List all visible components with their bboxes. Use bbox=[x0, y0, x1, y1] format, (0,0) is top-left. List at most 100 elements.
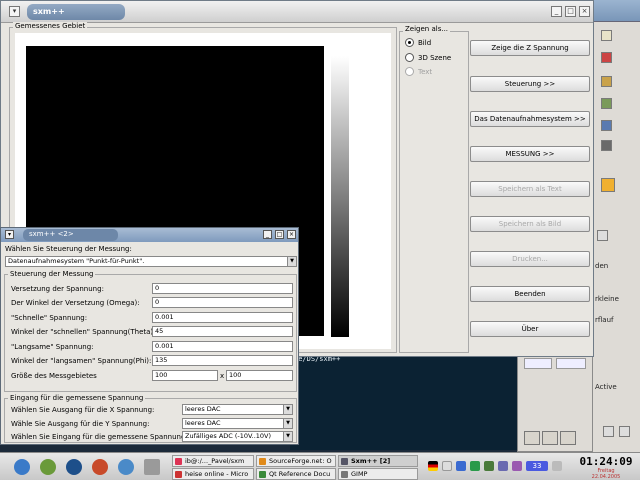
radio-bild[interactable]: Bild bbox=[405, 38, 431, 47]
panel-button[interactable] bbox=[560, 431, 576, 445]
messenger-icon[interactable] bbox=[512, 461, 522, 471]
chevron-down-icon[interactable]: ▼ bbox=[287, 257, 296, 266]
task-button[interactable]: SourceForge.net: O bbox=[256, 455, 336, 467]
clock[interactable]: 01:24:09 Freitag 22.04.2005 bbox=[576, 455, 636, 480]
offset-angle-input[interactable]: 0 bbox=[152, 297, 293, 308]
radio-indicator[interactable] bbox=[405, 53, 414, 62]
about-button[interactable]: Über bbox=[470, 321, 590, 337]
task-label: Qt Reference Docu bbox=[269, 470, 331, 478]
mail-icon[interactable] bbox=[144, 459, 160, 475]
quit-button[interactable]: Beenden bbox=[470, 286, 590, 302]
toolbox-titlebar bbox=[593, 0, 640, 22]
dialog-menu-icon[interactable]: ▾ bbox=[5, 230, 14, 239]
task-button[interactable]: GIMP bbox=[338, 468, 418, 480]
dialog-titlebar: ▾ sxm++ <2> _ □ × bbox=[1, 228, 298, 242]
minimize-icon[interactable]: _ bbox=[263, 230, 272, 239]
chevron-down-icon[interactable]: ▼ bbox=[283, 419, 292, 428]
panel-label: den bbox=[595, 262, 609, 270]
data-acquisition-button[interactable]: Das Datenaufnahmesystem >> bbox=[470, 111, 590, 127]
window-menu-icon[interactable]: ▾ bbox=[9, 6, 20, 17]
measured-input-select[interactable]: Zufälliges ADC (-10V..10V) ▼ bbox=[182, 431, 293, 442]
select-value: Zufälliges ADC (-10V..10V) bbox=[185, 432, 272, 440]
control-prompt: Wählen Sie Steuerung der Messung: bbox=[5, 245, 132, 253]
x-output-select[interactable]: leeres DAC ▼ bbox=[182, 404, 293, 415]
panel-label: Active bbox=[595, 383, 617, 391]
tool-icon[interactable] bbox=[601, 140, 612, 151]
size-y-input[interactable]: 100 bbox=[226, 370, 293, 381]
task-button[interactable]: Qt Reference Docu bbox=[256, 468, 336, 480]
radio-label: Text bbox=[418, 67, 433, 76]
clipboard-icon[interactable] bbox=[442, 461, 452, 471]
tool-icon[interactable] bbox=[601, 30, 612, 41]
show-z-voltage-button[interactable]: Zeige die Z Spannung bbox=[470, 40, 590, 56]
help-icon[interactable] bbox=[92, 459, 108, 475]
update-icon[interactable] bbox=[470, 461, 480, 471]
chevron-down-icon[interactable]: ▼ bbox=[283, 405, 292, 414]
keyboard-layout-icon[interactable] bbox=[428, 461, 438, 471]
y-output-select[interactable]: leeres DAC ▼ bbox=[182, 418, 293, 429]
radio-indicator[interactable] bbox=[405, 38, 414, 47]
clock-date: 22.04.2005 bbox=[591, 474, 621, 480]
task-icon bbox=[259, 471, 266, 478]
tool-icon[interactable] bbox=[603, 426, 614, 437]
measured-area-label: Gemessenes Gebiet bbox=[13, 22, 88, 30]
dialog-title: sxm++ <2> bbox=[29, 230, 74, 238]
home-icon[interactable] bbox=[40, 459, 56, 475]
task-button[interactable]: ib@:/..._Pavel/sxm bbox=[172, 455, 254, 467]
network-icon[interactable] bbox=[456, 461, 466, 471]
panel-button[interactable] bbox=[524, 431, 540, 445]
panel-field[interactable] bbox=[556, 358, 586, 369]
maximize-icon[interactable]: □ bbox=[565, 6, 576, 17]
tray-counter[interactable]: 33 bbox=[526, 461, 548, 471]
size-label: Größe des Messgebietes bbox=[11, 372, 97, 380]
maximize-icon[interactable]: □ bbox=[275, 230, 284, 239]
radio-indicator bbox=[405, 67, 414, 76]
tool-icon[interactable] bbox=[601, 52, 612, 63]
foreground-color-swatch[interactable] bbox=[601, 178, 615, 192]
task-button[interactable]: heise online - Micro bbox=[172, 468, 254, 480]
monitor-icon[interactable] bbox=[484, 461, 494, 471]
panel-label: rflauf bbox=[595, 316, 614, 324]
task-button-active[interactable]: Sxm++ [2] bbox=[338, 455, 418, 467]
taskbar: ib@:/..._Pavel/sxm SourceForge.net: O Sx… bbox=[0, 452, 640, 480]
minimize-icon[interactable]: _ bbox=[551, 6, 562, 17]
browser-icon[interactable] bbox=[118, 459, 134, 475]
fast-angle-input[interactable]: 45 bbox=[152, 326, 293, 337]
size-x-input[interactable]: 100 bbox=[152, 370, 218, 381]
field-label: Der Winkel der Versetzung (Omega): bbox=[11, 299, 140, 307]
radio-text: Text bbox=[405, 67, 432, 76]
close-icon[interactable]: × bbox=[287, 230, 296, 239]
control-select-value: Datenaufnahmesystem "Punkt-für-Punkt". bbox=[8, 257, 145, 265]
settings-icon[interactable] bbox=[552, 461, 562, 471]
size-separator: x bbox=[220, 372, 225, 380]
volume-icon[interactable] bbox=[498, 461, 508, 471]
slow-voltage-input[interactable]: 0.001 bbox=[152, 341, 293, 352]
terminal-icon[interactable] bbox=[66, 459, 82, 475]
close-icon[interactable]: × bbox=[579, 6, 590, 17]
voltage-offset-input[interactable]: 0 bbox=[152, 283, 293, 294]
chevron-down-icon[interactable]: ▼ bbox=[283, 432, 292, 441]
field-label: Winkel der "schnellen" Spannung(Theta): bbox=[11, 328, 156, 336]
panel-field[interactable] bbox=[524, 358, 552, 369]
panel-button[interactable] bbox=[542, 431, 558, 445]
window-title-tab[interactable]: sxm++ bbox=[27, 4, 125, 20]
tool-icon[interactable] bbox=[597, 230, 608, 241]
fast-voltage-input[interactable]: 0.001 bbox=[152, 312, 293, 323]
radio-label: 3D Szene bbox=[418, 53, 452, 62]
settings-dialog: ▾ sxm++ <2> _ □ × Wählen Sie Steuerung d… bbox=[0, 227, 299, 445]
tool-icon[interactable] bbox=[601, 76, 612, 87]
task-label: GIMP bbox=[351, 470, 368, 478]
tool-icon[interactable] bbox=[601, 98, 612, 109]
start-menu-icon[interactable] bbox=[14, 459, 30, 475]
control-button[interactable]: Steuerung >> bbox=[470, 76, 590, 92]
tool-icon[interactable] bbox=[601, 120, 612, 131]
slow-angle-input[interactable]: 135 bbox=[152, 355, 293, 366]
control-select[interactable]: Datenaufnahmesystem "Punkt-für-Punkt". ▼ bbox=[5, 256, 297, 267]
dialog-title-tab[interactable]: sxm++ <2> bbox=[23, 229, 118, 241]
terminal-window[interactable]: xe/DS/sxm++ bbox=[290, 352, 520, 450]
radio-3d-szene[interactable]: 3D Szene bbox=[405, 53, 451, 62]
gimp-options-panel bbox=[517, 352, 593, 452]
measurement-button[interactable]: MESSUNG >> bbox=[470, 146, 590, 162]
tool-icon[interactable] bbox=[619, 426, 630, 437]
field-label: Winkel der "langsamen" Spannung(Phi): bbox=[11, 357, 152, 365]
